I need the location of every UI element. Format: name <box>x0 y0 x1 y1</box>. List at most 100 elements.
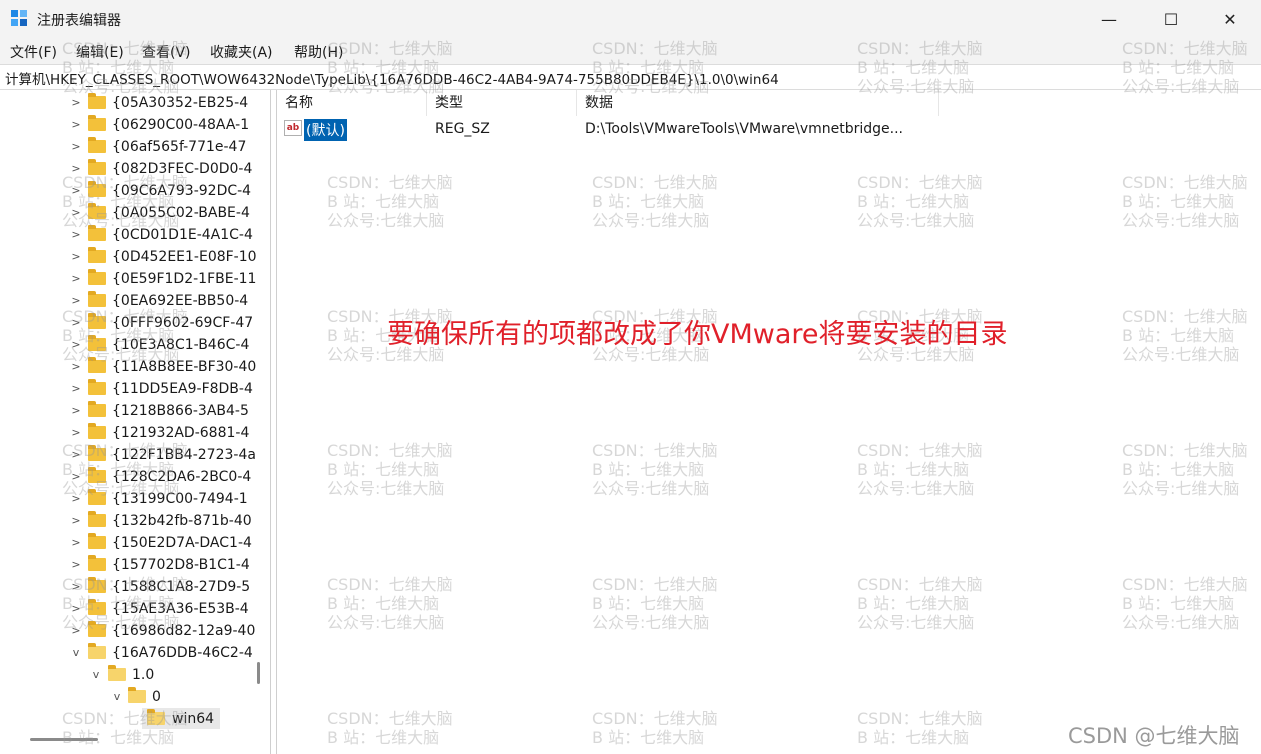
tree-item[interactable]: > {13199C00-7494-1 <box>0 488 270 510</box>
menu-favorites[interactable]: 收藏夹(A) <box>210 42 273 62</box>
tree-item-lcid[interactable]: v0 <box>0 686 270 708</box>
value-name[interactable]: (默认) <box>304 119 347 141</box>
tree-horizontal-scrollbar[interactable] <box>30 738 98 741</box>
menu-help[interactable]: 帮助(H) <box>294 42 343 62</box>
tree-item[interactable]: > {0A055C02-BABE-4 <box>0 202 270 224</box>
folder-icon <box>88 621 106 637</box>
folder-icon <box>88 247 106 263</box>
tree-item[interactable]: > {1218B866-3AB4-5 <box>0 400 270 422</box>
tree-item[interactable]: > {06af565f-771e-47 <box>0 136 270 158</box>
tree-item-label: {11A8B8EE-BF30-40 <box>112 359 257 375</box>
chevron-right-icon[interactable]: > <box>70 598 82 620</box>
chevron-right-icon[interactable]: > <box>70 510 82 532</box>
chevron-right-icon[interactable]: > <box>70 268 82 290</box>
tree-item[interactable]: > {132b42fb-871b-40 <box>0 510 270 532</box>
tree-item[interactable]: > {0FFF9602-69CF-47 <box>0 312 270 334</box>
tree-item[interactable]: > {157702D8-B1C1-4 <box>0 554 270 576</box>
menu-view[interactable]: 查看(V) <box>142 42 191 62</box>
tree-item[interactable]: > {11A8B8EE-BF30-40 <box>0 356 270 378</box>
chevron-right-icon[interactable]: > <box>70 422 82 444</box>
chevron-down-icon[interactable]: v <box>70 642 82 664</box>
chevron-right-icon[interactable]: > <box>70 290 82 312</box>
tree-item-label: {121932AD-6881-4 <box>112 425 250 441</box>
chevron-right-icon[interactable]: > <box>70 444 82 466</box>
chevron-right-icon[interactable]: > <box>70 488 82 510</box>
tree-item[interactable]: > {128C2DA6-2BC0-4 <box>0 466 270 488</box>
menu-edit[interactable]: 编辑(E) <box>76 42 124 62</box>
chevron-right-icon[interactable]: > <box>70 400 82 422</box>
tree-item-label: {13199C00-7494-1 <box>112 491 248 507</box>
tree-item-label: {1588C1A8-27D9-5 <box>112 579 251 595</box>
tree-item-label: {10E3A8C1-B46C-4 <box>112 337 250 353</box>
minimize-button[interactable]: — <box>1078 0 1140 38</box>
chevron-right-icon[interactable]: > <box>70 136 82 158</box>
tree-item[interactable]: > {150E2D7A-DAC1-4 <box>0 532 270 554</box>
chevron-right-icon[interactable]: > <box>70 576 82 598</box>
tree-item-label: 0 <box>152 689 161 705</box>
string-value-icon: ab <box>284 120 302 136</box>
chevron-right-icon[interactable]: > <box>70 356 82 378</box>
chevron-right-icon[interactable]: > <box>70 532 82 554</box>
chevron-right-icon[interactable]: > <box>70 378 82 400</box>
column-header-type[interactable]: 类型 <box>427 90 577 116</box>
tree-item[interactable]: > {1588C1A8-27D9-5 <box>0 576 270 598</box>
tree-item[interactable]: > {10E3A8C1-B46C-4 <box>0 334 270 356</box>
folder-icon <box>88 335 106 351</box>
folder-open-icon <box>108 665 126 681</box>
folder-icon <box>88 379 106 395</box>
tree-item-selected[interactable]: win64 <box>0 708 270 730</box>
folder-icon <box>88 423 106 439</box>
tree-item[interactable]: > {09C6A793-92DC-4 <box>0 180 270 202</box>
chevron-right-icon[interactable]: > <box>70 224 82 246</box>
address-bar[interactable]: 计算机\HKEY_CLASSES_ROOT\WOW6432Node\TypeLi… <box>0 64 1261 90</box>
tree-item-label: {128C2DA6-2BC0-4 <box>112 469 252 485</box>
chevron-right-icon[interactable]: > <box>70 92 82 114</box>
chevron-right-icon[interactable]: > <box>70 554 82 576</box>
chevron-right-icon[interactable]: > <box>70 466 82 488</box>
chevron-right-icon[interactable]: > <box>70 246 82 268</box>
maximize-button[interactable]: ☐ <box>1140 0 1202 38</box>
tree-item[interactable]: > {06290C00-48AA-1 <box>0 114 270 136</box>
tree-item[interactable]: > {16986d82-12a9-40 <box>0 620 270 642</box>
menu-file[interactable]: 文件(F) <box>10 42 57 62</box>
tree-item[interactable]: > {082D3FEC-D0D0-4 <box>0 158 270 180</box>
tree-item[interactable]: > {0D452EE1-E08F-10 <box>0 246 270 268</box>
chevron-right-icon[interactable]: > <box>70 114 82 136</box>
values-pane[interactable]: 名称 类型 数据 ab (默认) REG_SZ D:\Tools\VMwareT… <box>276 90 1261 754</box>
tree-item[interactable]: > {121932AD-6881-4 <box>0 422 270 444</box>
folder-icon <box>88 93 106 109</box>
tree-item-expanded[interactable]: v {16A76DDB-46C2-4 <box>0 642 270 664</box>
chevron-right-icon[interactable]: > <box>70 312 82 334</box>
chevron-right-icon[interactable]: > <box>70 620 82 642</box>
chevron-right-icon[interactable]: > <box>70 180 82 202</box>
folder-icon <box>88 555 106 571</box>
folder-icon <box>88 357 106 373</box>
column-header-name[interactable]: 名称 <box>277 90 427 116</box>
folder-icon <box>88 313 106 329</box>
key-tree[interactable]: > {05A30352-EB25-4 > {06290C00-48AA-1 > {06… <box>0 90 271 754</box>
tree-item-version[interactable]: v 1.0 <box>0 664 270 686</box>
folder-icon <box>88 203 106 219</box>
folder-open-icon <box>88 643 106 659</box>
tree-item[interactable]: > {15AE3A36-E53B-4 <box>0 598 270 620</box>
close-button[interactable]: ✕ <box>1199 0 1261 38</box>
folder-icon <box>88 467 106 483</box>
chevron-right-icon[interactable]: > <box>70 158 82 180</box>
folder-open-icon <box>128 687 146 703</box>
tree-item[interactable]: > {0CD01D1E-4A1C-4 <box>0 224 270 246</box>
tree-item-label: {15AE3A36-E53B-4 <box>112 601 249 617</box>
tree-item[interactable]: > {122F1BB4-2723-4a <box>0 444 270 466</box>
value-row[interactable]: ab (默认) REG_SZ D:\Tools\VMwareTools\VMwa… <box>277 116 1261 141</box>
tree-vertical-scrollbar[interactable] <box>257 662 260 684</box>
tree-item[interactable]: > {0EA692EE-BB50-4 <box>0 290 270 312</box>
tree-item[interactable]: > {0E59F1D2-1FBE-11 <box>0 268 270 290</box>
address-path[interactable]: 计算机\HKEY_CLASSES_ROOT\WOW6432Node\TypeLi… <box>5 68 779 88</box>
column-header-data[interactable]: 数据 <box>577 90 939 116</box>
folder-icon <box>88 533 106 549</box>
tree-item[interactable]: > {11DD5EA9-F8DB-4 <box>0 378 270 400</box>
chevron-right-icon[interactable]: > <box>70 334 82 356</box>
chevron-down-icon[interactable]: v <box>90 664 102 686</box>
chevron-down-icon[interactable]: v <box>111 686 123 708</box>
tree-item[interactable]: > {05A30352-EB25-4 <box>0 92 270 114</box>
chevron-right-icon[interactable]: > <box>70 202 82 224</box>
